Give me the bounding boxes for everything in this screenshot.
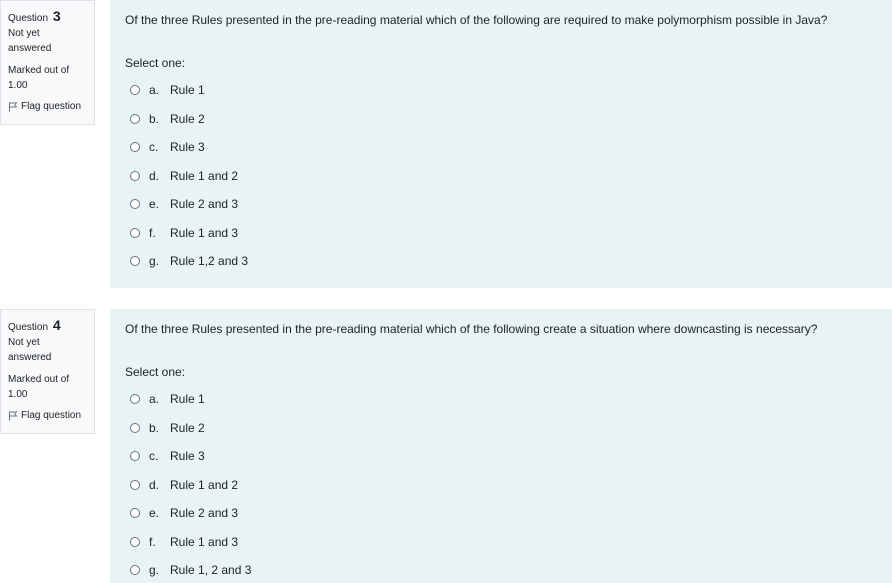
option-label: Rule 1, 2 and 3 [170,563,252,578]
option-label: Rule 2 [170,420,205,435]
question-info: Question 3 Not yet answered Marked out o… [0,0,95,125]
option-label: Rule 3 [170,140,205,155]
answer-option-b[interactable]: b. Rule 2 [130,105,892,134]
flag-icon [9,411,18,420]
question-text: Of the three Rules presented in the pre-… [125,13,828,27]
question-content: Of the three Rules presented in the pre-… [110,0,892,288]
option-letter: a. [149,392,160,407]
option-letter: g. [149,254,160,269]
answer-options: a. Rule 1 b. Rule 2 c. Rule 3 d. Rule 1 and … [130,385,892,583]
option-label: Rule 1,2 and 3 [170,254,249,269]
option-label: Rule 1 [170,392,205,407]
option-letter: c. [149,449,159,464]
question-4: Question 4 Not yet answered Marked out o… [0,309,892,583]
flag-question-label: Flag question [21,101,82,112]
question-info: Question 4 Not yet answered Marked out o… [0,309,95,434]
option-letter: a. [149,83,160,98]
question-text: Of the three Rules presented in the pre-… [125,322,818,336]
radio-unchecked-icon[interactable] [130,422,140,433]
answer-option-f[interactable]: f. Rule 1 and 3 [130,528,892,557]
radio-unchecked-icon[interactable] [130,170,140,181]
option-label: Rule 1 and 3 [170,225,239,240]
radio-unchecked-icon[interactable] [130,451,140,462]
question-number: Question 3 [8,8,94,25]
answer-options: a. Rule 1 b. Rule 2 c. Rule 3 d. Rule 1 and … [130,76,892,276]
question-grade: Marked out of 1.00 [8,65,70,91]
flag-question-link[interactable]: Flag question [8,408,94,423]
question-label: Question [8,322,49,333]
radio-unchecked-icon[interactable] [130,256,140,267]
option-label: Rule 1 [170,83,205,98]
answer-option-f[interactable]: f. Rule 1 and 3 [130,219,892,248]
option-label: Rule 1 and 3 [170,534,239,549]
answer-option-b[interactable]: b. Rule 2 [130,414,892,443]
answer-option-g[interactable]: g. Rule 1, 2 and 3 [130,556,892,583]
answer-option-a[interactable]: a. Rule 1 [130,385,892,414]
radio-unchecked-icon[interactable] [130,565,140,576]
answer-option-a[interactable]: a. Rule 1 [130,76,892,105]
radio-unchecked-icon[interactable] [130,227,140,238]
question-state: Not yet answered [8,28,52,54]
radio-unchecked-icon[interactable] [130,508,140,519]
option-letter: e. [149,506,160,521]
flag-question-link[interactable]: Flag question [8,99,94,114]
option-label: Rule 1 and 2 [170,477,239,492]
option-letter: f. [149,534,156,549]
radio-unchecked-icon[interactable] [130,394,140,405]
question-number: Question 4 [8,317,94,334]
answer-option-e[interactable]: e. Rule 2 and 3 [130,499,892,528]
option-label: Rule 1 and 2 [170,168,239,183]
option-label: Rule 2 and 3 [170,197,239,212]
radio-unchecked-icon[interactable] [130,536,140,547]
option-label: Rule 2 [170,111,205,126]
question-number-value: 4 [52,317,61,333]
answer-option-g[interactable]: g. Rule 1,2 and 3 [130,247,892,276]
radio-unchecked-icon[interactable] [130,85,140,96]
option-label: Rule 2 and 3 [170,506,239,521]
radio-unchecked-icon[interactable] [130,113,140,124]
option-letter: e. [149,197,160,212]
answer-option-c[interactable]: c. Rule 3 [130,442,892,471]
option-letter: c. [149,140,159,155]
radio-unchecked-icon[interactable] [130,479,140,490]
flag-question-label: Flag question [21,410,82,421]
option-letter: f. [149,225,156,240]
flag-icon [9,102,18,111]
answer-option-e[interactable]: e. Rule 2 and 3 [130,190,892,219]
answer-option-c[interactable]: c. Rule 3 [130,133,892,162]
radio-unchecked-icon[interactable] [130,199,140,210]
select-one-prompt: Select one: [125,56,186,70]
answer-option-d[interactable]: d. Rule 1 and 2 [130,162,892,191]
question-grade: Marked out of 1.00 [8,374,70,400]
select-one-prompt: Select one: [125,365,186,379]
question-number-value: 3 [52,8,61,24]
option-letter: d. [149,168,160,183]
option-letter: d. [149,477,160,492]
answer-option-d[interactable]: d. Rule 1 and 2 [130,471,892,500]
question-state: Not yet answered [8,337,52,363]
option-letter: b. [149,111,160,126]
radio-unchecked-icon[interactable] [130,142,140,153]
question-label: Question [8,13,49,24]
option-letter: g. [149,563,160,578]
option-letter: b. [149,420,160,435]
option-label: Rule 3 [170,449,205,464]
question-3: Question 3 Not yet answered Marked out o… [0,0,892,288]
question-content: Of the three Rules presented in the pre-… [110,309,892,583]
